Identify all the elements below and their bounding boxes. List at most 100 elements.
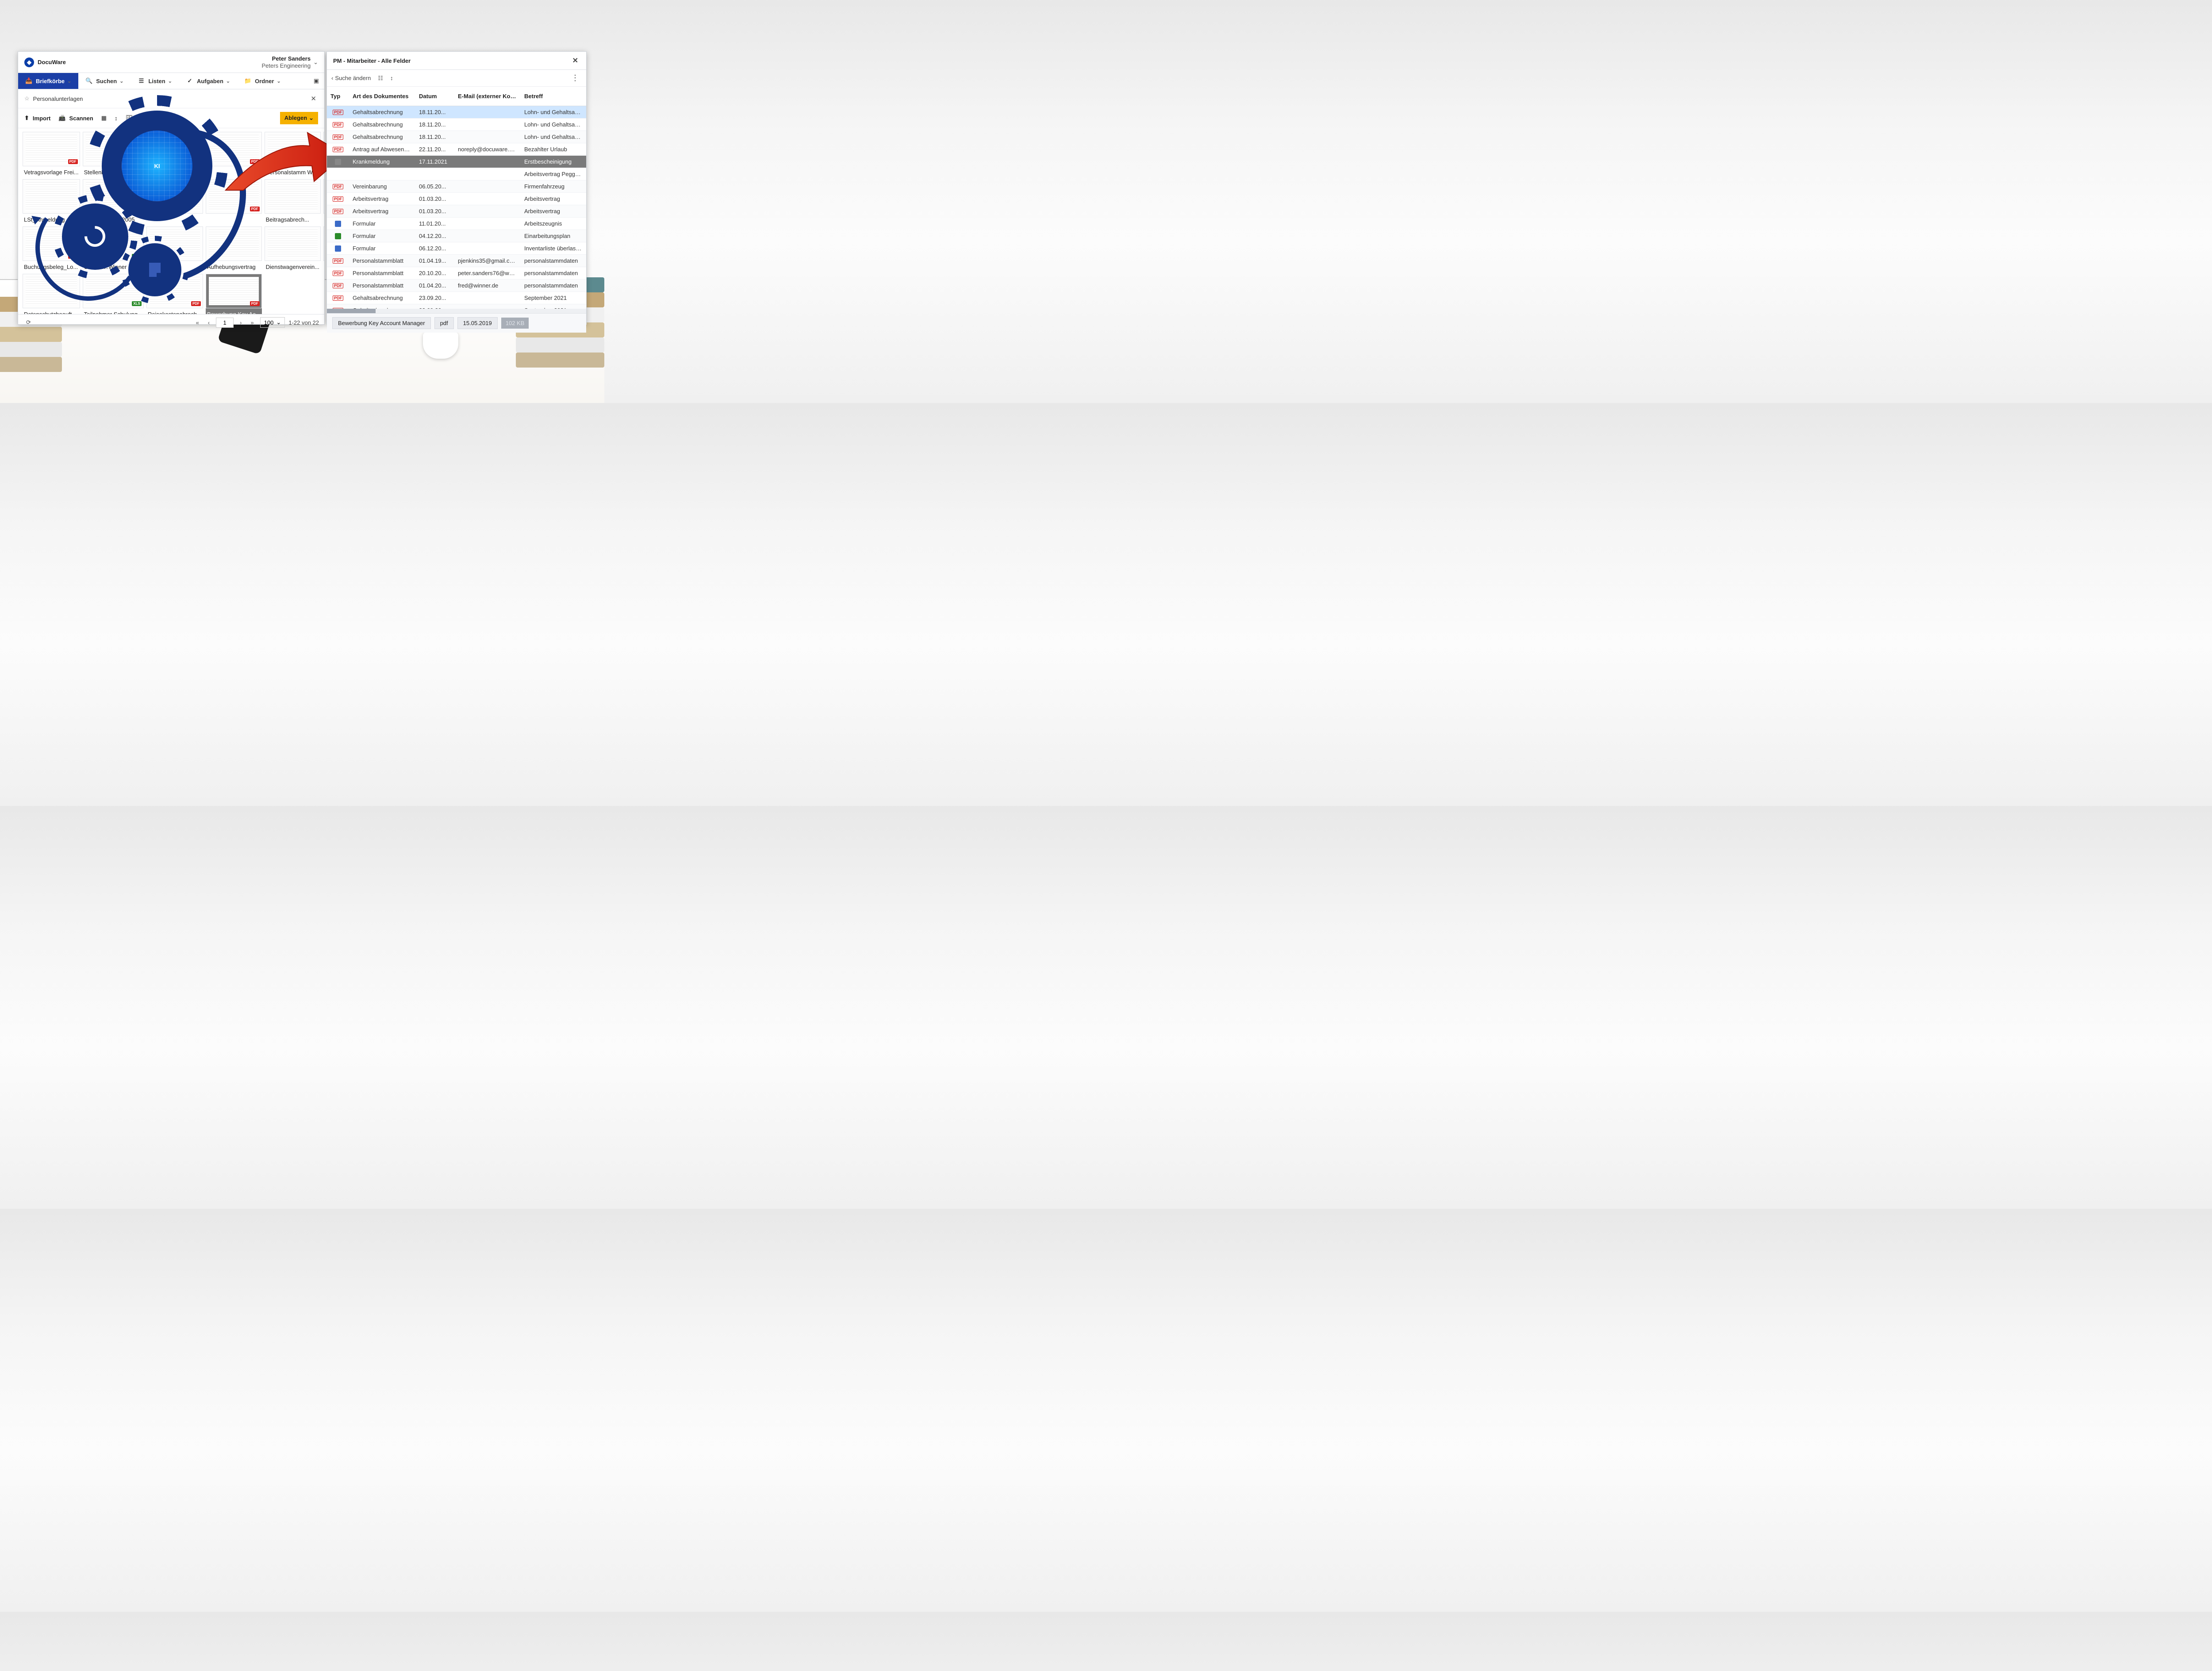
table-row[interactable]: Formular06.12.20...Inventarliste überlas… xyxy=(327,242,586,255)
ablegen-button[interactable]: Ablegen⌄ xyxy=(280,112,318,124)
tile-label: Zwischenzeugnis xyxy=(323,168,324,176)
page-size-select[interactable]: 100⌄ xyxy=(260,317,285,328)
last-page-button[interactable]: » xyxy=(248,318,256,328)
more-icon[interactable]: ⋮ xyxy=(568,73,582,84)
tile-label: Urlaubs...Winner xyxy=(83,263,144,271)
nav-suchen[interactable]: 🔍Suchen⌄ xyxy=(78,73,131,89)
document-tile[interactable]: PDF xyxy=(206,179,262,224)
table-row[interactable]: PDFGehaltsabrechnung23.09.20...September… xyxy=(327,304,586,309)
document-tile[interactable]: PDFBuchungsbeleg_Lo... xyxy=(23,226,80,271)
table-row[interactable]: PDFGehaltsabrechnung23.09.20...September… xyxy=(327,292,586,304)
modify-search-button[interactable]: ‹Suche ändern xyxy=(331,75,371,81)
tile-label: Stellenbeschreibung... xyxy=(83,168,144,176)
document-tile[interactable]: Dienstwagenverein... xyxy=(265,226,321,271)
nav-briefkoerbe[interactable]: 📥Briefkörbe⌄ xyxy=(18,73,78,89)
nav-listen[interactable]: ☰Listen⌄ xyxy=(131,73,179,89)
document-tile[interactable]: Beurteilungsbogen xyxy=(323,179,324,224)
database-icon[interactable]: 🗄 xyxy=(126,115,133,122)
col-email[interactable]: E-Mail (externer Kontakt) xyxy=(454,90,521,102)
table-row[interactable]: PDFArbeitsvertrag01.03.20...Arbeitsvertr… xyxy=(327,205,586,218)
filetype-icon: PDF xyxy=(327,295,349,301)
document-tile[interactable]: PDF xyxy=(206,132,262,176)
filetype-icon xyxy=(327,233,349,239)
horizontal-scrollbar[interactable] xyxy=(327,309,586,313)
filetype-icon: PDF xyxy=(327,271,349,276)
layout-icon[interactable]: ▣ xyxy=(308,73,324,89)
document-tile[interactable]: PDFZwischenzeugnis xyxy=(323,132,324,176)
document-tile[interactable] xyxy=(146,132,203,176)
tile-label: Vetragsvorlage Frei... xyxy=(23,168,80,176)
col-typ[interactable]: Typ xyxy=(327,90,349,102)
filetype-icon: PDF xyxy=(327,209,349,214)
document-tile[interactable]: Datenschutzbeauft... xyxy=(23,274,80,314)
table-row[interactable]: PDFGehaltsabrechnung18.11.20...Lohn- und… xyxy=(327,131,586,143)
document-tile[interactable] xyxy=(146,179,203,224)
col-betreff[interactable]: Betreff xyxy=(521,90,586,102)
table-row[interactable]: PDFGehaltsabrechnung18.11.20...Lohn- und… xyxy=(327,119,586,131)
inbox-icon: 📥 xyxy=(25,77,32,84)
filetype-icon: PDF xyxy=(327,184,349,189)
left-panel: ◆ DocuWare Peter Sanders Peters Engineer… xyxy=(18,51,325,325)
col-art[interactable]: Art des Dokumentes xyxy=(349,90,415,102)
close-icon[interactable]: ✕ xyxy=(309,93,318,104)
first-page-button[interactable]: « xyxy=(193,318,202,328)
table-row[interactable]: PDFArbeitsvertrag01.03.20...Arbeitsvertr… xyxy=(327,193,586,205)
brand-logo: ◆ DocuWare xyxy=(24,57,66,67)
page-input[interactable] xyxy=(216,318,234,328)
col-datum[interactable]: Datum xyxy=(415,90,454,102)
prev-page-button[interactable]: ‹ xyxy=(205,318,212,328)
document-tile[interactable]: PDFBewerbung Key Ac... xyxy=(206,274,262,314)
document-grid: PDFVetragsvorlage Frei...Stellenbeschrei… xyxy=(23,132,320,314)
table-row[interactable]: PDFPersonalstammblatt01.04.19...pjenkins… xyxy=(327,255,586,267)
scan-button[interactable]: 📠Scannen xyxy=(58,115,93,122)
import-button[interactable]: ⬆Import xyxy=(24,115,50,122)
sort-icon[interactable]: ↕ xyxy=(115,115,118,122)
filetype-icon: PDF xyxy=(327,134,349,140)
document-tile[interactable]: Lohnjournal 032005 xyxy=(83,179,144,224)
nav-ordner[interactable]: 📁Ordner⌄ xyxy=(237,73,288,89)
document-tile[interactable]: Stellenbeschreibung... xyxy=(83,132,144,176)
document-tile[interactable]: XLSTeilnehmer Schulung... xyxy=(83,274,144,314)
refresh-icon[interactable]: ⟳ xyxy=(23,317,34,328)
main-nav: 📥Briefkörbe⌄ 🔍Suchen⌄ ☰Listen⌄ ✓Aufgaben… xyxy=(18,73,324,89)
document-tile[interactable]: PDFReisekostenabrech... xyxy=(146,274,203,314)
document-tile[interactable]: Beitragsabrech... xyxy=(265,179,321,224)
star-icon[interactable]: ☆ xyxy=(24,95,30,102)
table-row[interactable]: PDFVereinbarung06.05.20...Firmenfahrzeug xyxy=(327,180,586,193)
close-icon[interactable]: ✕ xyxy=(571,55,580,66)
user-block[interactable]: Peter Sanders Peters Engineering xyxy=(262,55,311,69)
filetype-icon: PDF xyxy=(327,122,349,127)
table-row[interactable]: PDFGehaltsabrechnung18.11.20...Lohn- und… xyxy=(327,106,586,119)
document-tile[interactable]: Aufhebungsvertrag xyxy=(206,226,262,271)
table-row[interactable]: Arbeitsvertrag Peggy Je... xyxy=(327,168,586,180)
table-row[interactable]: Formular04.12.20...Einarbeitungsplangült… xyxy=(327,230,586,242)
sort-icon[interactable]: ↕ xyxy=(390,75,393,81)
tile-label: Dienstwagenverein... xyxy=(265,263,321,271)
table-row[interactable]: PDFAntrag auf Abwesenheit22.11.20...nore… xyxy=(327,143,586,156)
chevron-down-icon[interactable]: ⌄ xyxy=(313,59,318,66)
document-tile[interactable]: PDFPersonalstamm Wi... xyxy=(265,132,321,176)
chevron-down-icon: ⌄ xyxy=(168,78,172,84)
footer-doc-size: 102 KB xyxy=(501,318,529,329)
chevron-down-icon: ⌄ xyxy=(276,319,281,326)
tile-label: Teilnehmer Schulung... xyxy=(83,310,144,314)
document-tile[interactable]: ...erbung xyxy=(146,226,203,271)
grid-view-icon[interactable]: ▦ xyxy=(101,115,107,122)
document-tile[interactable]: LSt_Anmeldung ... xyxy=(23,179,80,224)
document-tile[interactable]: XLSUrlaubs...Winner xyxy=(83,226,144,271)
brand-text: DocuWare xyxy=(38,59,66,65)
right-panel: PM - Mitarbeiter - Alle Felder ✕ ‹Suche … xyxy=(326,51,587,325)
document-tile[interactable]: PDFVetragsvorlage Frei... xyxy=(23,132,80,176)
table-row[interactable]: PDFPersonalstammblatt01.04.20...fred@win… xyxy=(327,280,586,292)
tile-label: Personalstamm Wi... xyxy=(265,168,321,176)
next-page-button[interactable]: › xyxy=(237,318,244,328)
tile-label: ...erbung xyxy=(146,263,203,271)
chevron-down-icon: ⌄ xyxy=(276,78,280,84)
table-row[interactable]: Formular11.01.20...Arbeitszeugnisgültig xyxy=(327,218,586,230)
filetype-icon: PDF xyxy=(327,110,349,115)
document-tile[interactable]: PDFBewerbung xyxy=(323,226,324,271)
list-view-icon[interactable]: ☷ xyxy=(378,75,383,82)
table-row[interactable]: Krankmeldung17.11.2021ErstbescheinigungN… xyxy=(327,156,586,168)
nav-aufgaben[interactable]: ✓Aufgaben⌄ xyxy=(179,73,237,89)
table-row[interactable]: PDFPersonalstammblatt20.10.20...peter.sa… xyxy=(327,267,586,280)
